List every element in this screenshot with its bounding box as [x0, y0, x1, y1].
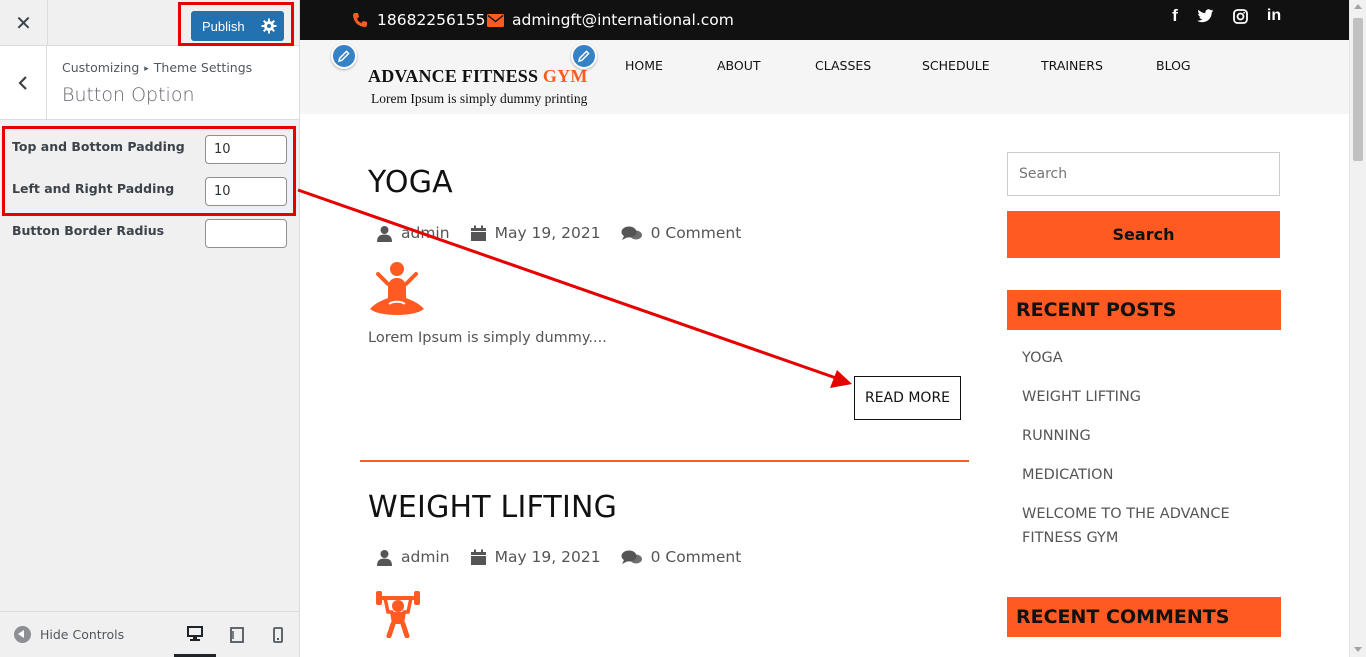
nav-blog[interactable]: BLOG: [1156, 58, 1191, 73]
top-bottom-padding-label: Top and Bottom Padding: [12, 139, 185, 154]
search-input[interactable]: [1007, 152, 1280, 196]
scrollbar-thumb[interactable]: [1353, 18, 1363, 161]
yoga-icon: [370, 262, 424, 315]
top-bottom-padding-input[interactable]: [205, 135, 287, 164]
site-logo-title[interactable]: ADVANCE FITNESS GYM: [368, 66, 588, 87]
preview-scrollbar[interactable]: [1349, 0, 1366, 657]
calendar-icon: [470, 225, 486, 241]
publish-highlight-box: Publish: [178, 2, 294, 46]
post-comments[interactable]: 0 Comment: [621, 224, 742, 242]
customizer-header: ✕ Publish: [0, 0, 299, 46]
linkedin-icon[interactable]: in: [1265, 7, 1283, 25]
close-customizer-button[interactable]: ✕: [0, 0, 48, 46]
left-right-padding-label: Left and Right Padding: [12, 181, 175, 196]
left-right-padding-input[interactable]: [205, 177, 287, 206]
search-button[interactable]: Search: [1007, 211, 1280, 258]
recent-post-link[interactable]: WELCOME TO THE ADVANCE FITNESS GYM: [1022, 502, 1262, 550]
envelope-icon: [487, 13, 504, 27]
post-title-weight-lifting[interactable]: WEIGHT LIFTING: [368, 490, 617, 525]
pencil-icon: [338, 50, 350, 62]
breadcrumb-separator-icon: ▸: [144, 64, 149, 74]
phone-contact[interactable]: 18682256155: [352, 0, 485, 40]
section-title: Button Option: [62, 84, 195, 106]
recent-post-link[interactable]: MEDICATION: [1022, 463, 1262, 487]
publish-button[interactable]: Publish: [191, 11, 284, 41]
post-comments[interactable]: 0 Comment: [621, 548, 742, 566]
mobile-icon: [273, 627, 283, 643]
post-title-yoga[interactable]: YOGA: [368, 165, 453, 200]
section-header: Customizing ▸ Theme Settings Button Option: [0, 46, 299, 120]
desktop-preview-button[interactable]: [174, 612, 216, 657]
scroll-down-arrow-icon[interactable]: [1354, 647, 1362, 652]
logo-title-text: ADVANCE FITNESS: [368, 66, 539, 86]
border-radius-label: Button Border Radius: [12, 223, 165, 238]
edit-shortcut-menu-button[interactable]: [571, 43, 597, 69]
post-author[interactable]: admin: [376, 548, 450, 566]
post-date-text: May 19, 2021: [494, 548, 601, 566]
post-date-text: May 19, 2021: [494, 224, 601, 242]
border-radius-input[interactable]: [205, 219, 287, 248]
post-excerpt: Lorem Ipsum is simply dummy....: [368, 330, 607, 346]
recent-posts-title: RECENT POSTS: [1007, 290, 1281, 330]
desktop-icon: [187, 625, 203, 641]
tablet-preview-button[interactable]: [216, 612, 258, 657]
breadcrumb-item: Customizing: [62, 60, 140, 75]
logo-title-highlight: GYM: [542, 66, 588, 86]
author-name: admin: [401, 224, 450, 242]
user-icon: [377, 225, 392, 242]
facebook-icon[interactable]: f: [1166, 6, 1184, 25]
post-meta: admin May 19, 2021 0 Comment: [376, 223, 761, 243]
phone-number: 18682256155: [377, 11, 486, 29]
calendar-icon: [470, 549, 486, 565]
gear-icon[interactable]: [261, 18, 277, 34]
comment-count: 0 Comment: [650, 548, 742, 566]
breadcrumb-item: Theme Settings: [153, 60, 253, 75]
instagram-icon[interactable]: [1231, 7, 1249, 25]
close-icon: ✕: [15, 12, 32, 35]
nav-trainers[interactable]: TRAINERS: [1041, 58, 1103, 73]
email-address: admingft@international.com: [512, 11, 734, 29]
recent-comments-title: RECENT COMMENTS: [1007, 597, 1281, 637]
customizer-footer: Hide Controls: [0, 611, 299, 657]
recent-post-link[interactable]: YOGA: [1022, 346, 1262, 370]
site-preview: 18682256155 admingft@international.com f…: [300, 0, 1350, 657]
post-meta: admin May 19, 2021 0 Comment: [376, 547, 761, 567]
post-author[interactable]: admin: [376, 224, 450, 242]
hide-controls-label: Hide Controls: [40, 627, 125, 642]
edit-shortcut-logo-button[interactable]: [331, 43, 357, 69]
mobile-preview-button[interactable]: [257, 612, 299, 657]
user-icon: [377, 549, 392, 566]
nav-home[interactable]: HOME: [625, 58, 663, 73]
tablet-icon: [230, 627, 244, 643]
nav-classes[interactable]: CLASSES: [815, 58, 871, 73]
chevron-left-icon: [18, 75, 27, 90]
post-divider: [360, 460, 969, 462]
collapse-arrow-icon: [14, 626, 31, 643]
nav-about[interactable]: ABOUT: [717, 58, 761, 73]
nav-schedule[interactable]: SCHEDULE: [922, 58, 990, 73]
scroll-up-arrow-icon[interactable]: [1354, 4, 1362, 9]
top-contact-bar: 18682256155 admingft@international.com f…: [300, 0, 1350, 40]
read-more-button[interactable]: READ MORE: [854, 376, 961, 420]
email-contact[interactable]: admingft@international.com: [487, 0, 734, 40]
post-date: May 19, 2021: [470, 548, 601, 566]
publish-label: Publish: [202, 18, 245, 34]
comment-count: 0 Comment: [650, 224, 742, 242]
weightlifting-icon: [376, 591, 420, 638]
comments-icon: [621, 550, 642, 564]
pencil-icon: [578, 50, 590, 62]
back-button[interactable]: [0, 46, 47, 119]
recent-post-link[interactable]: RUNNING: [1022, 424, 1262, 448]
post-date: May 19, 2021: [470, 224, 601, 242]
breadcrumb: Customizing ▸ Theme Settings: [62, 60, 252, 75]
hide-controls-button[interactable]: Hide Controls: [14, 626, 124, 643]
twitter-icon[interactable]: [1196, 7, 1214, 25]
author-name: admin: [401, 548, 450, 566]
comments-icon: [621, 226, 642, 240]
phone-icon: [353, 13, 367, 27]
site-tagline: Lorem Ipsum is simply dummy printing: [371, 91, 588, 106]
recent-post-link[interactable]: WEIGHT LIFTING: [1022, 385, 1262, 409]
site-header: ADVANCE FITNESS GYM Lorem Ipsum is simpl…: [300, 40, 1350, 114]
customizer-sidebar: ✕ Publish Customizing ▸ Theme Settings B…: [0, 0, 300, 657]
